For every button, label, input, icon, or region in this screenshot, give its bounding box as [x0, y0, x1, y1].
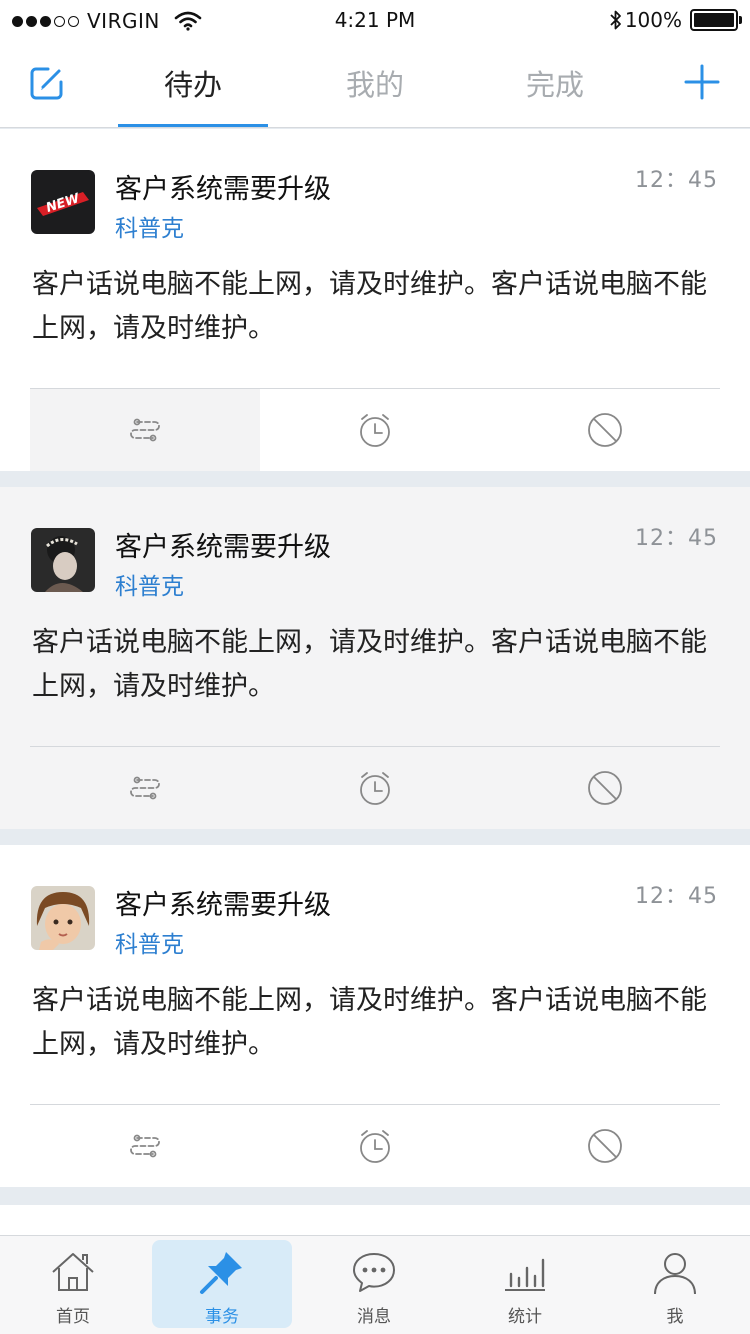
tabbar-item-me[interactable]: 我: [605, 1240, 745, 1328]
alarm-clock-icon: [360, 414, 390, 447]
status-right: 100%: [609, 7, 742, 33]
transfer-icon: [130, 776, 160, 800]
card-time: 12：45: [635, 168, 718, 193]
task-card[interactable]: NEW 客户系统需要升级 科普克 12：45 客户话说电脑不能上网，请及时维护。…: [0, 129, 750, 471]
tabbar-label: 统计: [508, 1307, 542, 1327]
child-photo-icon: [31, 886, 95, 950]
card-body: 客户话说电脑不能上网，请及时维护。客户话说电脑不能上网，请及时维护。: [32, 627, 707, 702]
forbid-button[interactable]: [490, 1105, 720, 1187]
card-body: 客户话说电脑不能上网，请及时维护。客户话说电脑不能上网，请及时维护。: [32, 985, 707, 1060]
transfer-icon: [130, 418, 160, 442]
forbid-button[interactable]: [490, 747, 720, 829]
card-time: 12：45: [635, 526, 718, 551]
forbid-button[interactable]: [490, 389, 720, 471]
tabbar-item-home[interactable]: 首页: [3, 1240, 143, 1328]
tab-indicator: [118, 124, 268, 127]
woman-photo-icon: [31, 528, 95, 592]
forbid-icon: [588, 413, 622, 447]
tabbar-label: 我: [666, 1307, 684, 1327]
remind-button[interactable]: [260, 747, 490, 829]
transfer-button[interactable]: [30, 747, 260, 829]
new-badge-avatar: NEW: [31, 170, 95, 234]
remind-button[interactable]: [260, 1105, 490, 1187]
card-author[interactable]: 科普克: [115, 209, 184, 243]
bluetooth-icon: [610, 10, 621, 30]
tabbar-label: 消息: [357, 1307, 391, 1327]
pin-icon: [200, 1252, 242, 1294]
alarm-clock-icon: [360, 772, 390, 805]
status-bar: VIRGIN 4:21 PM 100%: [0, 0, 750, 42]
new-badge-icon: NEW: [31, 170, 95, 234]
task-card[interactable]: 客户系统需要升级 科普克 12：45 客户话说电脑不能上网，请及时维护。客户话说…: [0, 845, 750, 1187]
task-card[interactable]: 客户系统需要升级 科普克 12：45 客户话说电脑不能上网，请及时维护。客户话说…: [0, 487, 750, 829]
tab-mine[interactable]: 我的: [300, 42, 450, 128]
compose-icon[interactable]: [28, 64, 66, 102]
task-list: NEW 客户系统需要升级 科普克 12：45 客户话说电脑不能上网，请及时维护。…: [0, 129, 750, 1235]
task-card[interactable]: [0, 1205, 750, 1235]
tab-done[interactable]: 完成: [480, 42, 630, 128]
tabbar-label: 事务: [205, 1307, 239, 1327]
transfer-icon: [130, 1134, 160, 1158]
forbid-icon: [588, 771, 622, 805]
battery-icon: [690, 9, 742, 31]
card-time: 12：45: [635, 884, 718, 909]
card-author[interactable]: 科普克: [115, 567, 184, 601]
card-author[interactable]: 科普克: [115, 925, 184, 959]
transfer-button[interactable]: [30, 1105, 260, 1187]
tab-todo[interactable]: 待办: [118, 42, 268, 128]
child-photo-avatar: [31, 886, 95, 950]
tabbar-item-messages[interactable]: 消息: [304, 1240, 444, 1328]
transfer-button[interactable]: [30, 389, 260, 471]
bar-chart-icon: [505, 1258, 545, 1291]
card-title: 客户系统需要升级: [115, 890, 331, 921]
home-icon: [52, 1253, 94, 1291]
tabbar-label: 首页: [56, 1307, 90, 1327]
card-body: 客户话说电脑不能上网，请及时维护。客户话说电脑不能上网，请及时维护。: [32, 269, 707, 344]
tabbar-item-tasks[interactable]: 事务: [152, 1240, 292, 1328]
top-nav: 待办 我的 完成: [0, 42, 750, 128]
card-title: 客户系统需要升级: [115, 174, 331, 205]
battery-percent: 100%: [624, 8, 682, 32]
bottom-tab-bar: 首页 事务 消息 统计 我: [0, 1235, 750, 1334]
remind-button[interactable]: [260, 389, 490, 471]
woman-photo-avatar: [31, 528, 95, 592]
alarm-clock-icon: [360, 1130, 390, 1163]
card-title: 客户系统需要升级: [115, 532, 331, 563]
user-icon: [654, 1253, 696, 1295]
tabbar-item-stats[interactable]: 统计: [455, 1240, 595, 1328]
chat-icon: [353, 1253, 395, 1292]
plus-icon[interactable]: [684, 64, 720, 100]
forbid-icon: [588, 1129, 622, 1163]
